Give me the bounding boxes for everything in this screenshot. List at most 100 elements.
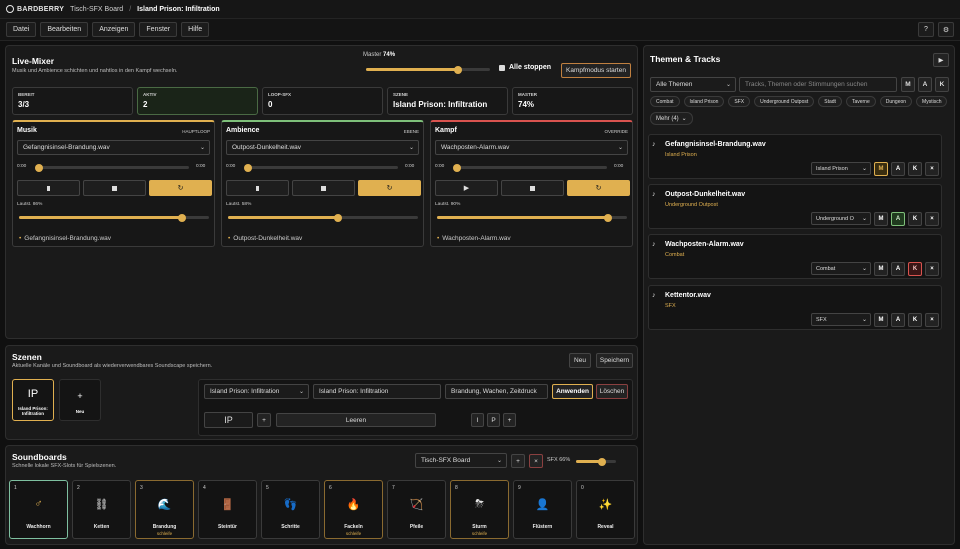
pad-fluestern[interactable]: 9 👤 Flüstern [513, 480, 572, 539]
track-row[interactable]: ♪ Wachposten-Alarm.wav Combat Combat ⌄ M … [648, 234, 942, 279]
tag-sfx[interactable]: SFX [728, 96, 751, 107]
new-scene-card[interactable]: + Neu [59, 379, 101, 421]
sfx-slider-knob[interactable] [598, 457, 607, 466]
track-category-select[interactable]: SFX ⌄ [811, 313, 871, 326]
stop-all-toggle[interactable]: Alle stoppen [499, 64, 551, 71]
track-combat-button[interactable]: K [908, 262, 922, 276]
combat-volume-knob[interactable] [604, 213, 612, 222]
track-row[interactable]: ♪ Kettentor.wav SFX SFX ⌄ M A K × [648, 285, 942, 330]
scene-select[interactable]: Island Prison: Infiltration ⌄ [204, 384, 309, 399]
new-scene-button[interactable]: Neu [569, 353, 591, 368]
tag-island-prison[interactable]: Island Prison [683, 96, 725, 107]
ambience-volume-slider[interactable] [228, 213, 418, 222]
sfx-slider[interactable] [576, 457, 616, 466]
menu-anzeigen[interactable]: Anzeigen [92, 22, 136, 37]
pad-ketten[interactable]: 2 ⛓ Ketten [72, 480, 131, 539]
menu-datei[interactable]: Datei [6, 22, 37, 37]
combat-track-select[interactable]: Wachposten-Alarm.wav ⌄ [435, 140, 628, 155]
menu-fenster[interactable]: Fenster [139, 22, 178, 37]
add-board-button[interactable]: + [511, 454, 525, 468]
pad-pfeile[interactable]: 7 🏹 Pfeile [387, 480, 446, 539]
delete-scene-button[interactable]: Löschen [596, 384, 628, 399]
more-tags-button[interactable]: Mehr (4) ⌄ [650, 112, 693, 125]
track-remove-button[interactable]: × [925, 162, 939, 176]
ambience-progress[interactable] [244, 163, 398, 172]
track-music-button[interactable]: M [874, 262, 888, 276]
tag-underground-outpost[interactable]: Underground Outpost [754, 96, 815, 107]
pad-reveal[interactable]: 0 ✨ Reveal [576, 480, 635, 539]
track-row[interactable]: ♪ Gefangnisinsel-Brandung.wav Island Pri… [648, 134, 942, 179]
ambience-play-button[interactable] [226, 180, 289, 196]
ambience-progress-knob[interactable] [244, 163, 252, 172]
tag-taverne[interactable]: Taverne [845, 96, 876, 107]
track-music-button[interactable]: M [874, 313, 888, 327]
clear-button[interactable]: Leeren [276, 413, 436, 427]
track-music-button[interactable]: M [874, 162, 888, 176]
settings-icon[interactable]: ⚙ [938, 22, 954, 37]
music-volume-knob[interactable] [178, 213, 187, 222]
scene-icon-field[interactable]: IP [204, 412, 253, 428]
combat-progress-knob[interactable] [453, 163, 461, 172]
p-button[interactable]: P [487, 413, 500, 427]
save-scene-button[interactable]: Speichern [596, 353, 633, 368]
combat-mode-button[interactable]: Kampfmodus starten [561, 63, 631, 78]
tag-dungeon[interactable]: Dungeon [879, 96, 913, 107]
track-search-input[interactable]: Tracks, Themen oder Stimmungen suchen [739, 77, 897, 92]
apply-scene-button[interactable]: Anwenden [552, 384, 593, 399]
ambience-loop-button[interactable]: ↻ [358, 180, 421, 196]
filter-a-button[interactable]: A [918, 77, 932, 92]
tag-stadt[interactable]: Stadt [818, 96, 842, 107]
track-combat-button[interactable]: K [908, 162, 922, 176]
tag-mystisch[interactable]: Mystisch [916, 96, 948, 107]
track-ambience-button[interactable]: A [891, 313, 905, 327]
pad-wachhorn[interactable]: 1 ♂ Wachhorn [9, 480, 68, 539]
track-ambience-button[interactable]: A [891, 212, 905, 226]
music-stop-button[interactable] [83, 180, 146, 196]
track-category-select[interactable]: Underground O ⌄ [811, 212, 871, 225]
track-combat-button[interactable]: K [908, 313, 922, 327]
combat-play-button[interactable]: ▶ [435, 180, 498, 196]
music-play-button[interactable] [17, 180, 80, 196]
track-category-select[interactable]: Island Prison ⌄ [811, 162, 871, 175]
ambience-stop-button[interactable] [292, 180, 355, 196]
tag-combat[interactable]: Combat [650, 96, 680, 107]
remove-board-button[interactable]: × [529, 454, 543, 468]
menu-bearbeiten[interactable]: Bearbeiten [40, 22, 89, 37]
track-category-select[interactable]: Combat ⌄ [811, 262, 871, 275]
filter-m-button[interactable]: M [901, 77, 915, 92]
track-ambience-button[interactable]: A [891, 162, 905, 176]
music-progress[interactable] [35, 163, 189, 172]
track-ambience-button[interactable]: A [891, 262, 905, 276]
master-slider[interactable] [366, 65, 490, 74]
track-remove-button[interactable]: × [925, 313, 939, 327]
pad-brandung[interactable]: 3 🌊 Brandung schleife [135, 480, 194, 539]
board-select[interactable]: Tisch-SFX Board ⌄ [415, 453, 507, 468]
combat-stop-button[interactable] [501, 180, 564, 196]
track-combat-button[interactable]: K [908, 212, 922, 226]
checkbox-icon[interactable] [499, 64, 505, 71]
track-remove-button[interactable]: × [925, 212, 939, 226]
pad-sturm[interactable]: 8 ⛈ Sturm schleife [450, 480, 509, 539]
track-remove-button[interactable]: × [925, 262, 939, 276]
add-tag-button[interactable]: + [503, 413, 516, 427]
theme-filter-select[interactable]: Alle Themen ⌄ [650, 77, 736, 92]
pad-fackeln[interactable]: 6 🔥 Fackeln schleife [324, 480, 383, 539]
pad-schritte[interactable]: 5 👣 Schritte [261, 480, 320, 539]
combat-volume-slider[interactable] [437, 213, 627, 222]
combat-loop-button[interactable]: ↻ [567, 180, 630, 196]
ambience-volume-knob[interactable] [334, 213, 343, 222]
i-button[interactable]: I [471, 413, 484, 427]
filter-k-button[interactable]: K [935, 77, 949, 92]
combat-progress[interactable] [453, 163, 607, 172]
ambience-track-select[interactable]: Outpost-Dunkelheit.wav ⌄ [226, 140, 419, 155]
music-progress-knob[interactable] [35, 163, 43, 172]
help-button[interactable]: ? [918, 22, 934, 37]
music-volume-slider[interactable] [19, 213, 209, 222]
music-track-select[interactable]: Gefangnisinsel-Brandung.wav ⌄ [17, 140, 210, 155]
scene-card-island-prison[interactable]: IP Island Prison: Infiltration [12, 379, 54, 421]
music-loop-button[interactable]: ↻ [149, 180, 212, 196]
breadcrumb-board[interactable]: Tisch-SFX Board [70, 6, 123, 13]
scene-name-input[interactable]: Island Prison: Infiltration [313, 384, 441, 399]
track-row[interactable]: ♪ Outpost-Dunkelheit.wav Underground Out… [648, 184, 942, 229]
scene-tags-input[interactable]: Brandung, Wachen, Zeitdruck [445, 384, 548, 399]
